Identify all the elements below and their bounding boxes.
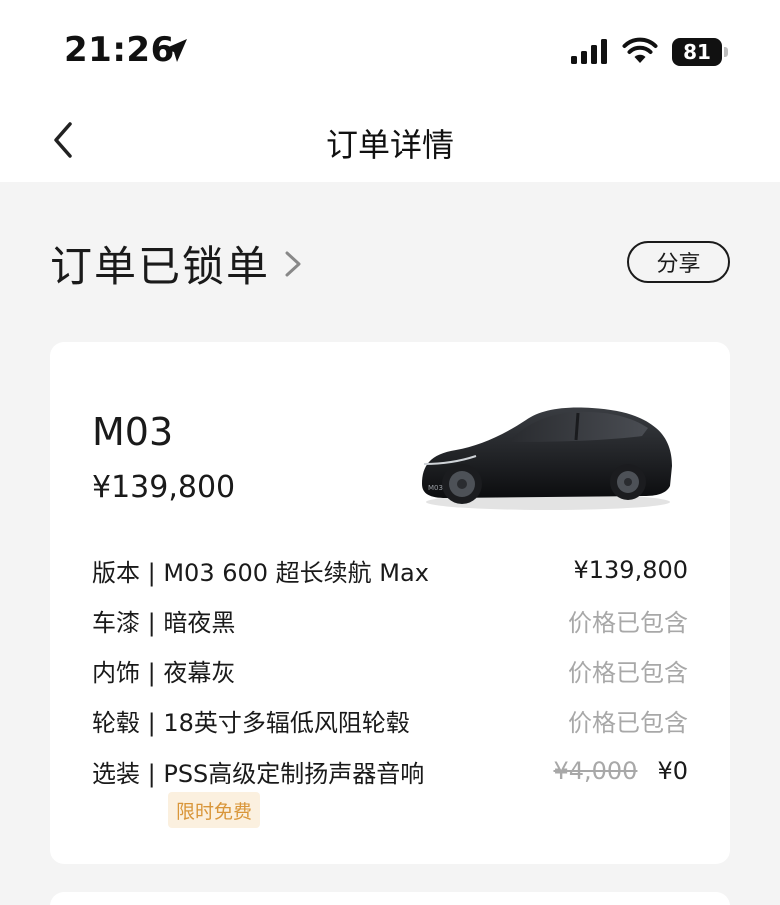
order-card: M03 ¥139,800 M03 版本 | M03 600 超长续航 Max ¥… bbox=[50, 342, 730, 864]
spec-value: 价格已包含 bbox=[568, 608, 688, 637]
model-price: ¥139,800 bbox=[92, 470, 236, 505]
nav-bar: 订单详情 bbox=[0, 100, 780, 182]
next-card bbox=[50, 892, 730, 905]
spec-row-paint: 车漆 | 暗夜黑 价格已包含 bbox=[92, 603, 688, 637]
spec-label: 车漆 | 暗夜黑 bbox=[92, 608, 236, 637]
page-title: 订单详情 bbox=[325, 126, 454, 164]
spec-row-option: 选装 | PSS高级定制扬声器音响 ¥4,000 ¥0 bbox=[92, 754, 688, 788]
spec-label: 内饰 | 夜幕灰 bbox=[92, 658, 236, 687]
order-status-text: 订单已锁单 bbox=[50, 242, 271, 291]
spec-row-wheels: 轮毂 | 18英寸多辐低风阻轮毂 价格已包含 bbox=[92, 703, 688, 737]
location-arrow-icon bbox=[164, 39, 187, 62]
spec-label: 版本 | M03 600 超长续航 Max bbox=[92, 558, 429, 587]
spec-row-version: 版本 | M03 600 超长续航 Max ¥139,800 bbox=[92, 553, 688, 587]
spec-value: 价格已包含 bbox=[568, 708, 688, 737]
model-name: M03 bbox=[92, 410, 174, 454]
status-time: 21:26 bbox=[64, 30, 175, 70]
original-price: ¥4,000 bbox=[553, 757, 638, 785]
spec-row-interior: 内饰 | 夜幕灰 价格已包含 bbox=[92, 653, 688, 687]
order-status-link[interactable]: 订单已锁单 bbox=[50, 233, 304, 294]
promo-badge: 限时免费 bbox=[168, 792, 261, 828]
battery-level: 81 bbox=[672, 38, 722, 66]
spec-value: ¥0 bbox=[657, 757, 688, 785]
status-bar: 21:26 81 bbox=[0, 0, 780, 100]
chevron-right-icon bbox=[285, 251, 301, 276]
signal-icon bbox=[571, 39, 607, 64]
car-badge: M03 bbox=[428, 484, 443, 492]
share-button[interactable]: 分享 bbox=[627, 241, 730, 283]
car-image: M03 bbox=[422, 407, 672, 510]
spec-label: 轮毂 | 18英寸多辐低风阻轮毂 bbox=[92, 708, 410, 737]
spec-value: ¥139,800 bbox=[573, 556, 688, 584]
spec-value: 价格已包含 bbox=[568, 658, 688, 687]
wifi-icon bbox=[622, 37, 658, 63]
battery-icon: 81 bbox=[672, 38, 728, 66]
option-price-group: ¥4,000 ¥0 bbox=[553, 757, 688, 785]
spec-label: 选装 | PSS高级定制扬声器音响 bbox=[92, 759, 425, 788]
